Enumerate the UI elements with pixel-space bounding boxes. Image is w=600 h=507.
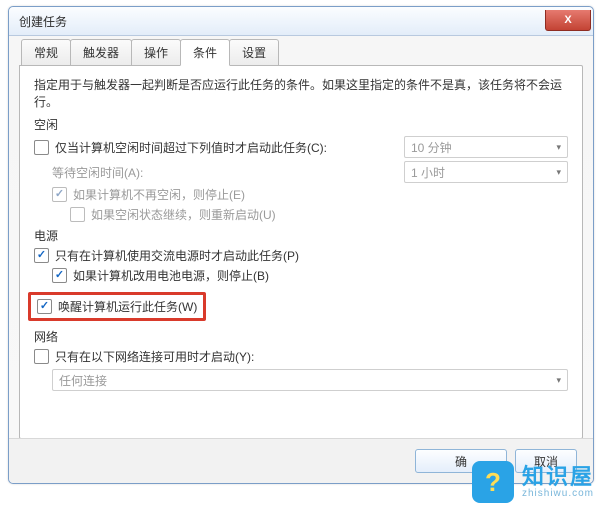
only-if-net-row: 只有在以下网络连接可用时才启动(Y): <box>34 348 568 365</box>
titlebar: 创建任务 X <box>9 7 593 36</box>
tab-general[interactable]: 常规 <box>21 39 71 65</box>
wake-highlight: 唤醒计算机运行此任务(W) <box>28 292 206 321</box>
network-select-value: 任何连接 <box>59 372 107 389</box>
stop-if-not-idle-row: 如果计算机不再空闲，则停止(E) <box>34 186 568 203</box>
idle-duration-value: 10 分钟 <box>411 139 452 156</box>
network-select[interactable]: 任何连接 ▾ <box>52 369 568 391</box>
stop-if-not-idle-checkbox[interactable] <box>52 187 67 202</box>
close-icon: X <box>564 14 571 26</box>
only-if-idle-row: 仅当计算机空闲时间超过下列值时才启动此任务(C): 10 分钟 ▾ <box>34 136 568 158</box>
network-header: 网络 <box>34 328 568 345</box>
only-if-idle-label: 仅当计算机空闲时间超过下列值时才启动此任务(C): <box>55 139 327 156</box>
network-select-row: 任何连接 ▾ <box>34 369 568 391</box>
only-if-net-checkbox[interactable] <box>34 349 49 364</box>
idle-header: 空闲 <box>34 116 568 133</box>
watermark-title: 知识屋 <box>522 466 594 488</box>
ac-only-checkbox[interactable] <box>34 248 49 263</box>
wake-label: 唤醒计算机运行此任务(W) <box>58 298 197 315</box>
watermark: 知识屋 zhishiwu.com <box>472 461 594 503</box>
close-button[interactable]: X <box>545 10 591 31</box>
restart-on-idle-checkbox[interactable] <box>70 207 85 222</box>
wake-checkbox[interactable] <box>37 299 52 314</box>
stop-on-battery-label: 如果计算机改用电池电源，则停止(B) <box>73 267 269 284</box>
restart-on-idle-row: 如果空闲状态继续，则重新启动(U) <box>34 206 568 223</box>
conditions-description: 指定用于与触发器一起判断是否应运行此任务的条件。如果这里指定的条件不是真，该任务… <box>34 76 568 110</box>
wait-idle-label: 等待空闲时间(A): <box>52 164 143 181</box>
stop-on-battery-checkbox[interactable] <box>52 268 67 283</box>
chevron-down-icon: ▾ <box>556 375 561 386</box>
wait-idle-select[interactable]: 1 小时 ▾ <box>404 161 568 183</box>
stop-on-battery-row: 如果计算机改用电池电源，则停止(B) <box>34 267 568 284</box>
tab-conditions[interactable]: 条件 <box>180 39 230 66</box>
conditions-panel: 指定用于与触发器一起判断是否应运行此任务的条件。如果这里指定的条件不是真，该任务… <box>19 65 583 439</box>
only-if-idle-checkbox[interactable] <box>34 140 49 155</box>
watermark-icon <box>472 461 514 503</box>
dialog-window: 创建任务 X 常规 触发器 操作 条件 设置 指定用于与触发器一起判断是否应运行… <box>8 6 594 484</box>
stop-if-not-idle-label: 如果计算机不再空闲，则停止(E) <box>73 186 245 203</box>
wait-idle-row: 等待空闲时间(A): 1 小时 ▾ <box>34 161 568 183</box>
ac-only-label: 只有在计算机使用交流电源时才启动此任务(P) <box>55 247 299 264</box>
power-header: 电源 <box>34 227 568 244</box>
tab-settings[interactable]: 设置 <box>229 39 279 65</box>
watermark-url: zhishiwu.com <box>522 488 594 499</box>
chevron-down-icon: ▾ <box>556 142 561 153</box>
restart-on-idle-label: 如果空闲状态继续，则重新启动(U) <box>91 206 276 223</box>
window-title: 创建任务 <box>19 13 67 30</box>
wait-idle-value: 1 小时 <box>411 164 445 181</box>
tab-strip: 常规 触发器 操作 条件 设置 <box>19 41 583 65</box>
tab-triggers[interactable]: 触发器 <box>70 39 132 65</box>
chevron-down-icon: ▾ <box>556 167 561 178</box>
tab-actions[interactable]: 操作 <box>131 39 181 65</box>
only-if-net-label: 只有在以下网络连接可用时才启动(Y): <box>55 348 254 365</box>
ac-only-row: 只有在计算机使用交流电源时才启动此任务(P) <box>34 247 568 264</box>
idle-duration-select[interactable]: 10 分钟 ▾ <box>404 136 568 158</box>
